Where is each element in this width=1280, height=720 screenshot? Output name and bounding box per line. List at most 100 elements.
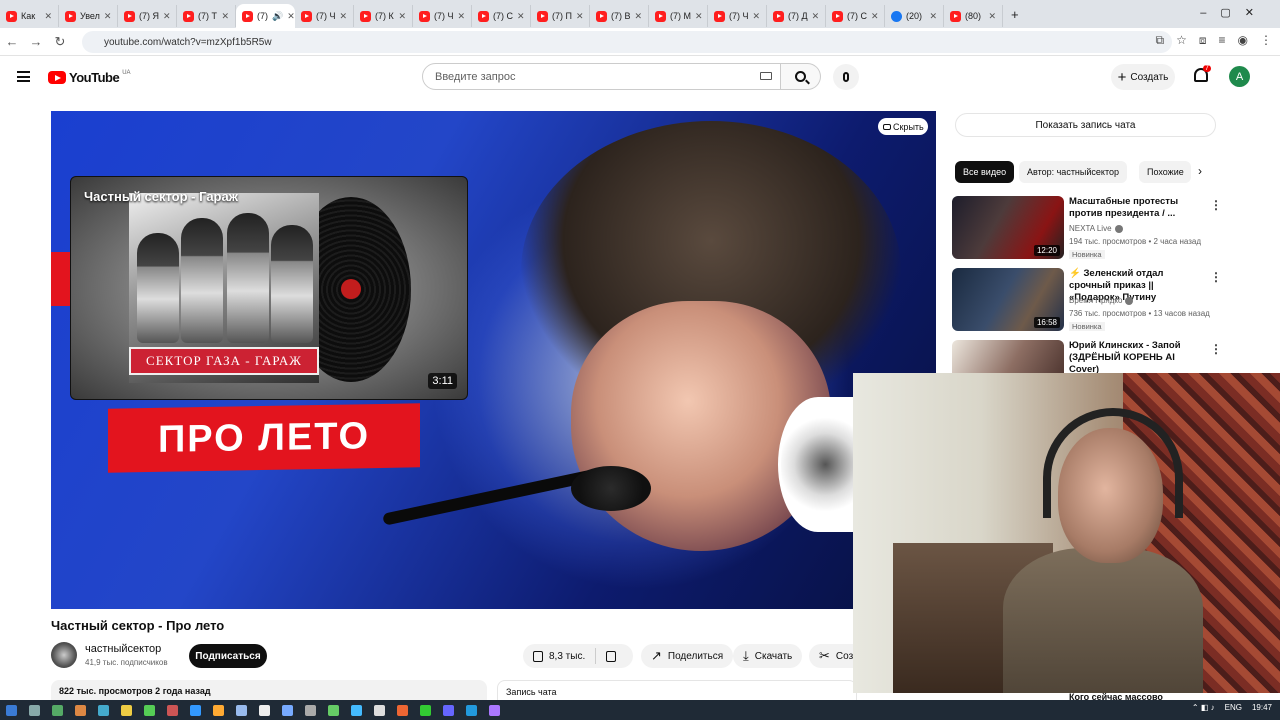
tab-16[interactable]: (80) ✕ [944, 5, 1003, 27]
tab-11[interactable]: (7) М ✕ [649, 5, 708, 27]
subscribe-button[interactable]: Подписаться [189, 644, 267, 668]
tab-4-active[interactable]: (7) 🔊 ✕ [236, 4, 295, 28]
search-button[interactable] [781, 63, 821, 90]
app-icon[interactable] [351, 704, 362, 716]
close-icon[interactable]: ✕ [988, 11, 996, 22]
tab-12[interactable]: (7) Ч ✕ [708, 5, 767, 27]
bookmark-star-icon[interactable]: ☆ [1176, 33, 1187, 48]
like-button[interactable]: 8,3 тыс. [533, 650, 585, 662]
channel-name[interactable]: частныйсектор [85, 643, 161, 655]
show-chat-replay-button[interactable]: Показать запись чата [955, 113, 1216, 137]
app-icon[interactable] [236, 704, 247, 716]
recommendation-thumbnail[interactable]: 12:20 [952, 196, 1064, 259]
close-icon[interactable]: ✕ [104, 11, 112, 22]
search-input[interactable]: Введите запрос [422, 63, 781, 90]
address-bar[interactable]: youtube.com/watch?v=mzXpf1b5R5w [82, 31, 1172, 53]
chrome-icon[interactable] [213, 704, 224, 716]
tray-icons[interactable]: ⌃ ◧ ♪ [1192, 703, 1215, 712]
tab-13[interactable]: (7) Д ✕ [767, 5, 826, 27]
back-icon[interactable]: ← [0, 34, 24, 49]
window-controls-icon[interactable]: –▢✕ [1200, 6, 1268, 19]
recommendation-channel[interactable]: Время Прядко [1069, 296, 1122, 305]
more-actions-icon[interactable]: ⋮ [1210, 342, 1217, 356]
close-icon[interactable]: ✕ [576, 11, 584, 22]
tab-1[interactable]: Увел ✕ [59, 5, 118, 27]
close-icon[interactable]: ✕ [812, 11, 820, 22]
app-icon[interactable] [144, 704, 155, 716]
more-actions-icon[interactable]: ⋮ [1210, 270, 1222, 284]
language-indicator[interactable]: ENG [1225, 703, 1242, 712]
download-button[interactable]: ⤓ Скачать [733, 644, 803, 668]
thumbs-down-icon[interactable] [606, 650, 617, 662]
recommendation-item[interactable]: 16:58 ⚡ Зеленский отдал срочный приказ |… [952, 268, 1222, 332]
close-icon[interactable]: ✕ [221, 11, 229, 22]
recommendation-title[interactable]: Юрий Клинских - Запой (ЗДРЁНЫЙ КОРЕНЬ AI… [1069, 340, 1199, 373]
app-icon[interactable] [190, 704, 201, 716]
close-icon[interactable]: ✕ [163, 11, 171, 22]
clip-button[interactable]: ✂ Созд [809, 644, 853, 668]
keyboard-icon[interactable] [760, 72, 772, 80]
chip-all-videos[interactable]: Все видео [955, 161, 1015, 183]
avatar[interactable]: A [1229, 66, 1250, 87]
app-icon[interactable] [98, 704, 109, 716]
recommendation-title[interactable]: Масштабные протесты против президента / … [1069, 196, 1199, 220]
chip-by-author[interactable]: Автор: частныйсектор [1019, 161, 1127, 183]
start-icon[interactable] [6, 704, 17, 716]
recommendation-item[interactable]: Юрий Клинских - Запой (ЗДРЁНЫЙ КОРЕНЬ AI… [952, 340, 1217, 373]
endscreen-video-card[interactable]: СЕКТОР ГАЗА - ГАРАЖ Частный сектор - Гар… [70, 176, 468, 400]
folder-icon[interactable] [121, 704, 132, 716]
tab-0[interactable]: Как ✕ [0, 5, 59, 27]
telegram-icon[interactable] [466, 704, 477, 716]
close-icon[interactable]: ✕ [398, 11, 406, 22]
app-icon[interactable] [282, 704, 293, 716]
recommendation-thumbnail[interactable]: 16:58 [952, 268, 1064, 331]
hide-endscreen-button[interactable]: Скрыть [878, 118, 928, 135]
recommendation-channel[interactable]: NEXTA Live [1069, 224, 1112, 233]
profile-icon[interactable]: ◉ [1238, 33, 1248, 48]
recommendation-thumbnail[interactable] [952, 340, 1064, 373]
voice-search-button[interactable] [833, 64, 859, 90]
close-icon[interactable]: ✕ [871, 11, 879, 22]
channel-watermark[interactable] [778, 397, 858, 532]
tab-15[interactable]: (20) ✕ [885, 5, 944, 27]
reload-icon[interactable]: ↻ [48, 34, 72, 50]
close-icon[interactable]: ✕ [340, 11, 348, 22]
app-icon[interactable] [397, 704, 408, 716]
browser-menu-icon[interactable]: ⋮ [1260, 33, 1272, 48]
app-icon[interactable] [420, 704, 431, 716]
tab-14[interactable]: (7) С ✕ [826, 5, 885, 27]
tab-5[interactable]: (7) Ч ✕ [295, 5, 354, 27]
channel-avatar[interactable] [51, 642, 77, 668]
close-icon[interactable]: ✕ [517, 11, 525, 22]
app-icon[interactable] [443, 704, 454, 716]
youtube-logo[interactable]: YouTube UA [48, 70, 131, 85]
close-icon[interactable]: ✕ [929, 11, 937, 22]
tab-7[interactable]: (7) Ч ✕ [413, 5, 472, 27]
app-icon[interactable] [489, 704, 500, 716]
app-icon[interactable] [259, 704, 270, 716]
app-icon[interactable] [374, 704, 385, 716]
close-icon[interactable]: ✕ [695, 11, 703, 22]
app-icon[interactable] [75, 704, 86, 716]
tab-9[interactable]: (7) П ✕ [531, 5, 590, 27]
chip-related[interactable]: Похожие [1139, 161, 1191, 183]
forward-icon[interactable]: → [24, 34, 48, 49]
tab-10[interactable]: (7) В ✕ [590, 5, 649, 27]
close-icon[interactable]: ✕ [753, 11, 761, 22]
app-icon[interactable] [167, 704, 178, 716]
extensions-icon[interactable]: ⧈ [1199, 33, 1207, 48]
new-tab-icon[interactable]: + [1011, 7, 1019, 22]
close-icon[interactable]: ✕ [44, 11, 52, 22]
tab-6[interactable]: (7) К ✕ [354, 5, 413, 27]
chevron-right-icon[interactable]: › [1198, 164, 1202, 178]
share-button[interactable]: ↗ Поделиться [641, 644, 734, 668]
audio-playing-icon[interactable]: 🔊 [272, 11, 283, 22]
close-icon[interactable]: ✕ [458, 11, 466, 22]
hamburger-menu-icon[interactable] [17, 71, 30, 82]
tab-8[interactable]: (7) С ✕ [472, 5, 531, 27]
create-button[interactable]: + Создать [1111, 64, 1175, 90]
tab-3[interactable]: (7) Т ✕ [177, 5, 236, 27]
close-icon[interactable]: ✕ [287, 11, 295, 22]
clock[interactable]: 19:47 [1252, 703, 1272, 712]
close-icon[interactable]: ✕ [635, 11, 643, 22]
